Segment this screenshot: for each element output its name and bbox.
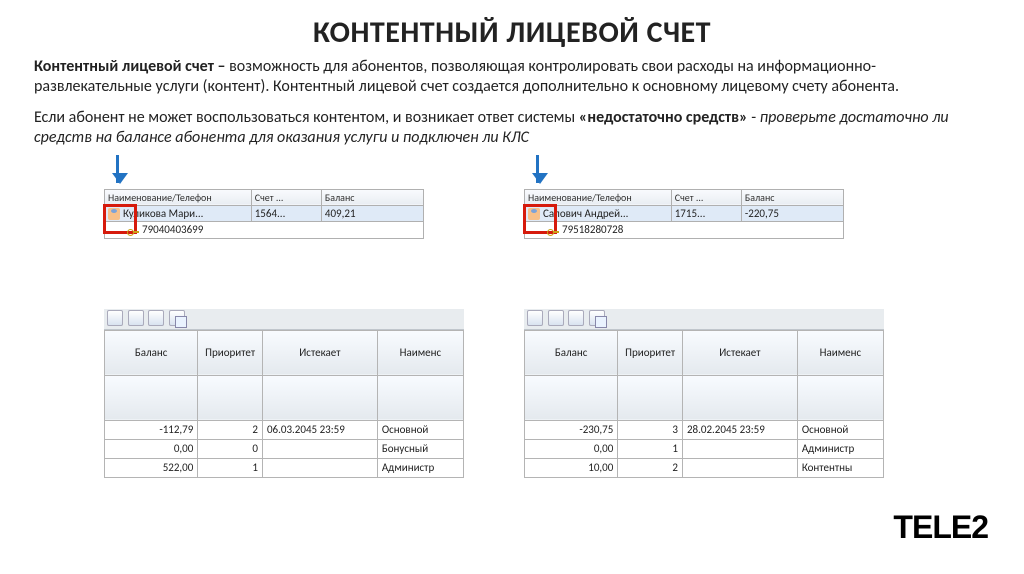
arrow-icon xyxy=(536,155,539,183)
paragraph-2: Если абонент не может воспользоваться ко… xyxy=(34,108,990,149)
copy-icon[interactable] xyxy=(169,310,185,326)
table-row[interactable]: -112,79 2 06.03.2045 23:59 Основной xyxy=(105,420,464,439)
table-row[interactable]: -230,75 3 28.02.2045 23:59 Основной xyxy=(525,420,884,439)
table-row[interactable]: 10,00 2 Контентны xyxy=(525,458,884,477)
slide-root: КОНТЕНТНЫЙ ЛИЦЕВОЙ СЧЕТ Контентный лицев… xyxy=(0,0,1024,574)
screenshots-area: Наименование/Телефон Счет ... Баланс Кул… xyxy=(34,159,990,479)
col-priority-header[interactable]: Приоритет xyxy=(198,330,263,375)
balance-table: Баланс Приоритет Истекает Наименс -230,7… xyxy=(524,330,884,478)
col-expires-header[interactable]: Истекает xyxy=(682,330,797,375)
col-name-header[interactable]: Наименс xyxy=(377,330,463,375)
arrow-icon xyxy=(116,155,119,183)
table-row[interactable]: 0,00 1 Администр xyxy=(525,439,884,458)
col-acct-header[interactable]: Счет ... xyxy=(251,189,321,205)
person-icon[interactable] xyxy=(568,310,584,326)
table-row[interactable]: Сапович Андрей... 1715... -220,75 xyxy=(525,205,844,221)
grid-icon[interactable] xyxy=(128,310,144,326)
screenshot-bottom-left: Баланс Приоритет Истекает Наименс -112,7… xyxy=(104,309,464,478)
col-bal-header[interactable]: Баланс xyxy=(321,189,423,205)
table-row[interactable]: 79040403699 xyxy=(105,222,424,238)
col-name-header[interactable]: Наименование/Телефон xyxy=(525,189,672,205)
toolbar xyxy=(104,309,464,330)
col-balance-header[interactable]: Баланс xyxy=(525,330,618,375)
accounts-table: Наименование/Телефон Счет ... Баланс Кул… xyxy=(104,189,424,239)
para2-a: Если абонент не может воспользоваться ко… xyxy=(34,108,579,127)
screenshot-top-right: Наименование/Телефон Счет ... Баланс Сап… xyxy=(524,189,844,239)
col-priority-header[interactable]: Приоритет xyxy=(618,330,683,375)
screenshot-bottom-right: Баланс Приоритет Истекает Наименс -230,7… xyxy=(524,309,884,478)
copy-icon[interactable] xyxy=(589,310,605,326)
person-icon xyxy=(528,208,540,220)
person-icon[interactable] xyxy=(527,310,543,326)
col-expires-header[interactable]: Истекает xyxy=(262,330,377,375)
col-balance-header[interactable]: Баланс xyxy=(105,330,198,375)
accounts-table: Наименование/Телефон Счет ... Баланс Сап… xyxy=(524,189,844,239)
person-icon xyxy=(108,208,120,220)
balance-table: Баланс Приоритет Истекает Наименс -112,7… xyxy=(104,330,464,478)
person-icon[interactable] xyxy=(107,310,123,326)
toolbar xyxy=(524,309,884,330)
col-bal-header[interactable]: Баланс xyxy=(741,189,843,205)
page-title: КОНТЕНТНЫЙ ЛИЦЕВОЙ СЧЕТ xyxy=(34,14,990,51)
para2-b: - xyxy=(748,108,760,127)
table-row[interactable]: Куликова Мари... 1564... 409,21 xyxy=(105,205,424,221)
col-name-header[interactable]: Наименс xyxy=(797,330,883,375)
key-icon xyxy=(127,225,139,237)
screenshot-top-left: Наименование/Телефон Счет ... Баланс Кул… xyxy=(104,189,424,239)
key-icon xyxy=(547,225,559,237)
table-row[interactable]: 0,00 0 Бонусный xyxy=(105,439,464,458)
person-icon[interactable] xyxy=(148,310,164,326)
para1-lead: Контентный лицевой счет – xyxy=(34,57,229,76)
paragraph-1: Контентный лицевой счет – возможность дл… xyxy=(34,57,990,98)
tele2-logo: TELE2 xyxy=(893,509,988,546)
col-acct-header[interactable]: Счет ... xyxy=(671,189,741,205)
grid-icon[interactable] xyxy=(548,310,564,326)
col-name-header[interactable]: Наименование/Телефон xyxy=(105,189,252,205)
para2-bold: «недостаточно средств» xyxy=(579,108,748,127)
table-row[interactable]: 79518280728 xyxy=(525,222,844,238)
table-row[interactable]: 522,00 1 Администр xyxy=(105,458,464,477)
